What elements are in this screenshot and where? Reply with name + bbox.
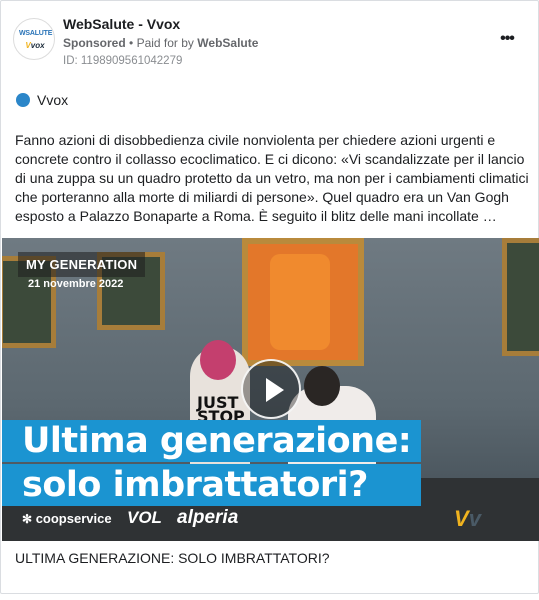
alperia-logo: alperia <box>177 507 239 528</box>
vvox-logo: Vv <box>454 506 481 531</box>
play-icon <box>266 378 284 402</box>
headline-line-1: Ultima generazione: <box>2 420 422 462</box>
soup-stain <box>270 254 330 350</box>
video-headline: Ultima generazione: solo imbrattatori? <box>2 420 422 508</box>
painting-right <box>502 238 539 356</box>
series-tag: MY GENERATION <box>18 252 146 277</box>
activist-2-head <box>304 366 340 406</box>
series-date: 21 novembre 2022 <box>28 278 124 290</box>
vol-logo: VOL <box>127 508 162 527</box>
avatar-logo-line2: Vvox <box>25 41 45 50</box>
sponsored-line: Sponsored • Paid for by WebSalute <box>63 36 258 50</box>
ad-body-text: Fanno azioni di disobbedienza civile non… <box>15 132 529 224</box>
more-options-icon[interactable]: ••• <box>494 31 520 51</box>
sponsored-label: Sponsored <box>63 36 126 50</box>
page-name-link[interactable]: WebSalute - Vvox <box>63 16 180 32</box>
ad-card: WSALUTE Vvox WebSalute - Vvox Sponsored … <box>0 0 539 594</box>
video-thumbnail[interactable]: JUST STOP MY GENERATION 21 novembre 2022… <box>2 238 539 541</box>
activist-1-head <box>200 340 236 380</box>
author-avatar-icon <box>16 93 30 107</box>
separator-dot: • <box>129 36 134 50</box>
avatar-logo-line1: WSALUTE <box>19 30 53 37</box>
ad-id: ID: 1198909561042279 <box>63 55 183 67</box>
author-name[interactable]: Vvox <box>37 92 68 108</box>
link-caption[interactable]: ULTIMA GENERAZIONE: SOLO IMBRATTATORI? <box>15 550 330 566</box>
play-button[interactable] <box>241 359 301 419</box>
payer-name: WebSalute <box>197 36 259 50</box>
coopservice-logo: ✻ coopservice <box>22 511 112 526</box>
sponsor-logos: ✻ coopservice VOL alperia Vv <box>2 498 539 541</box>
paid-for-by-label: Paid for by <box>136 36 194 50</box>
sunflowers-painting <box>242 238 364 366</box>
page-avatar[interactable]: WSALUTE Vvox <box>13 18 55 60</box>
